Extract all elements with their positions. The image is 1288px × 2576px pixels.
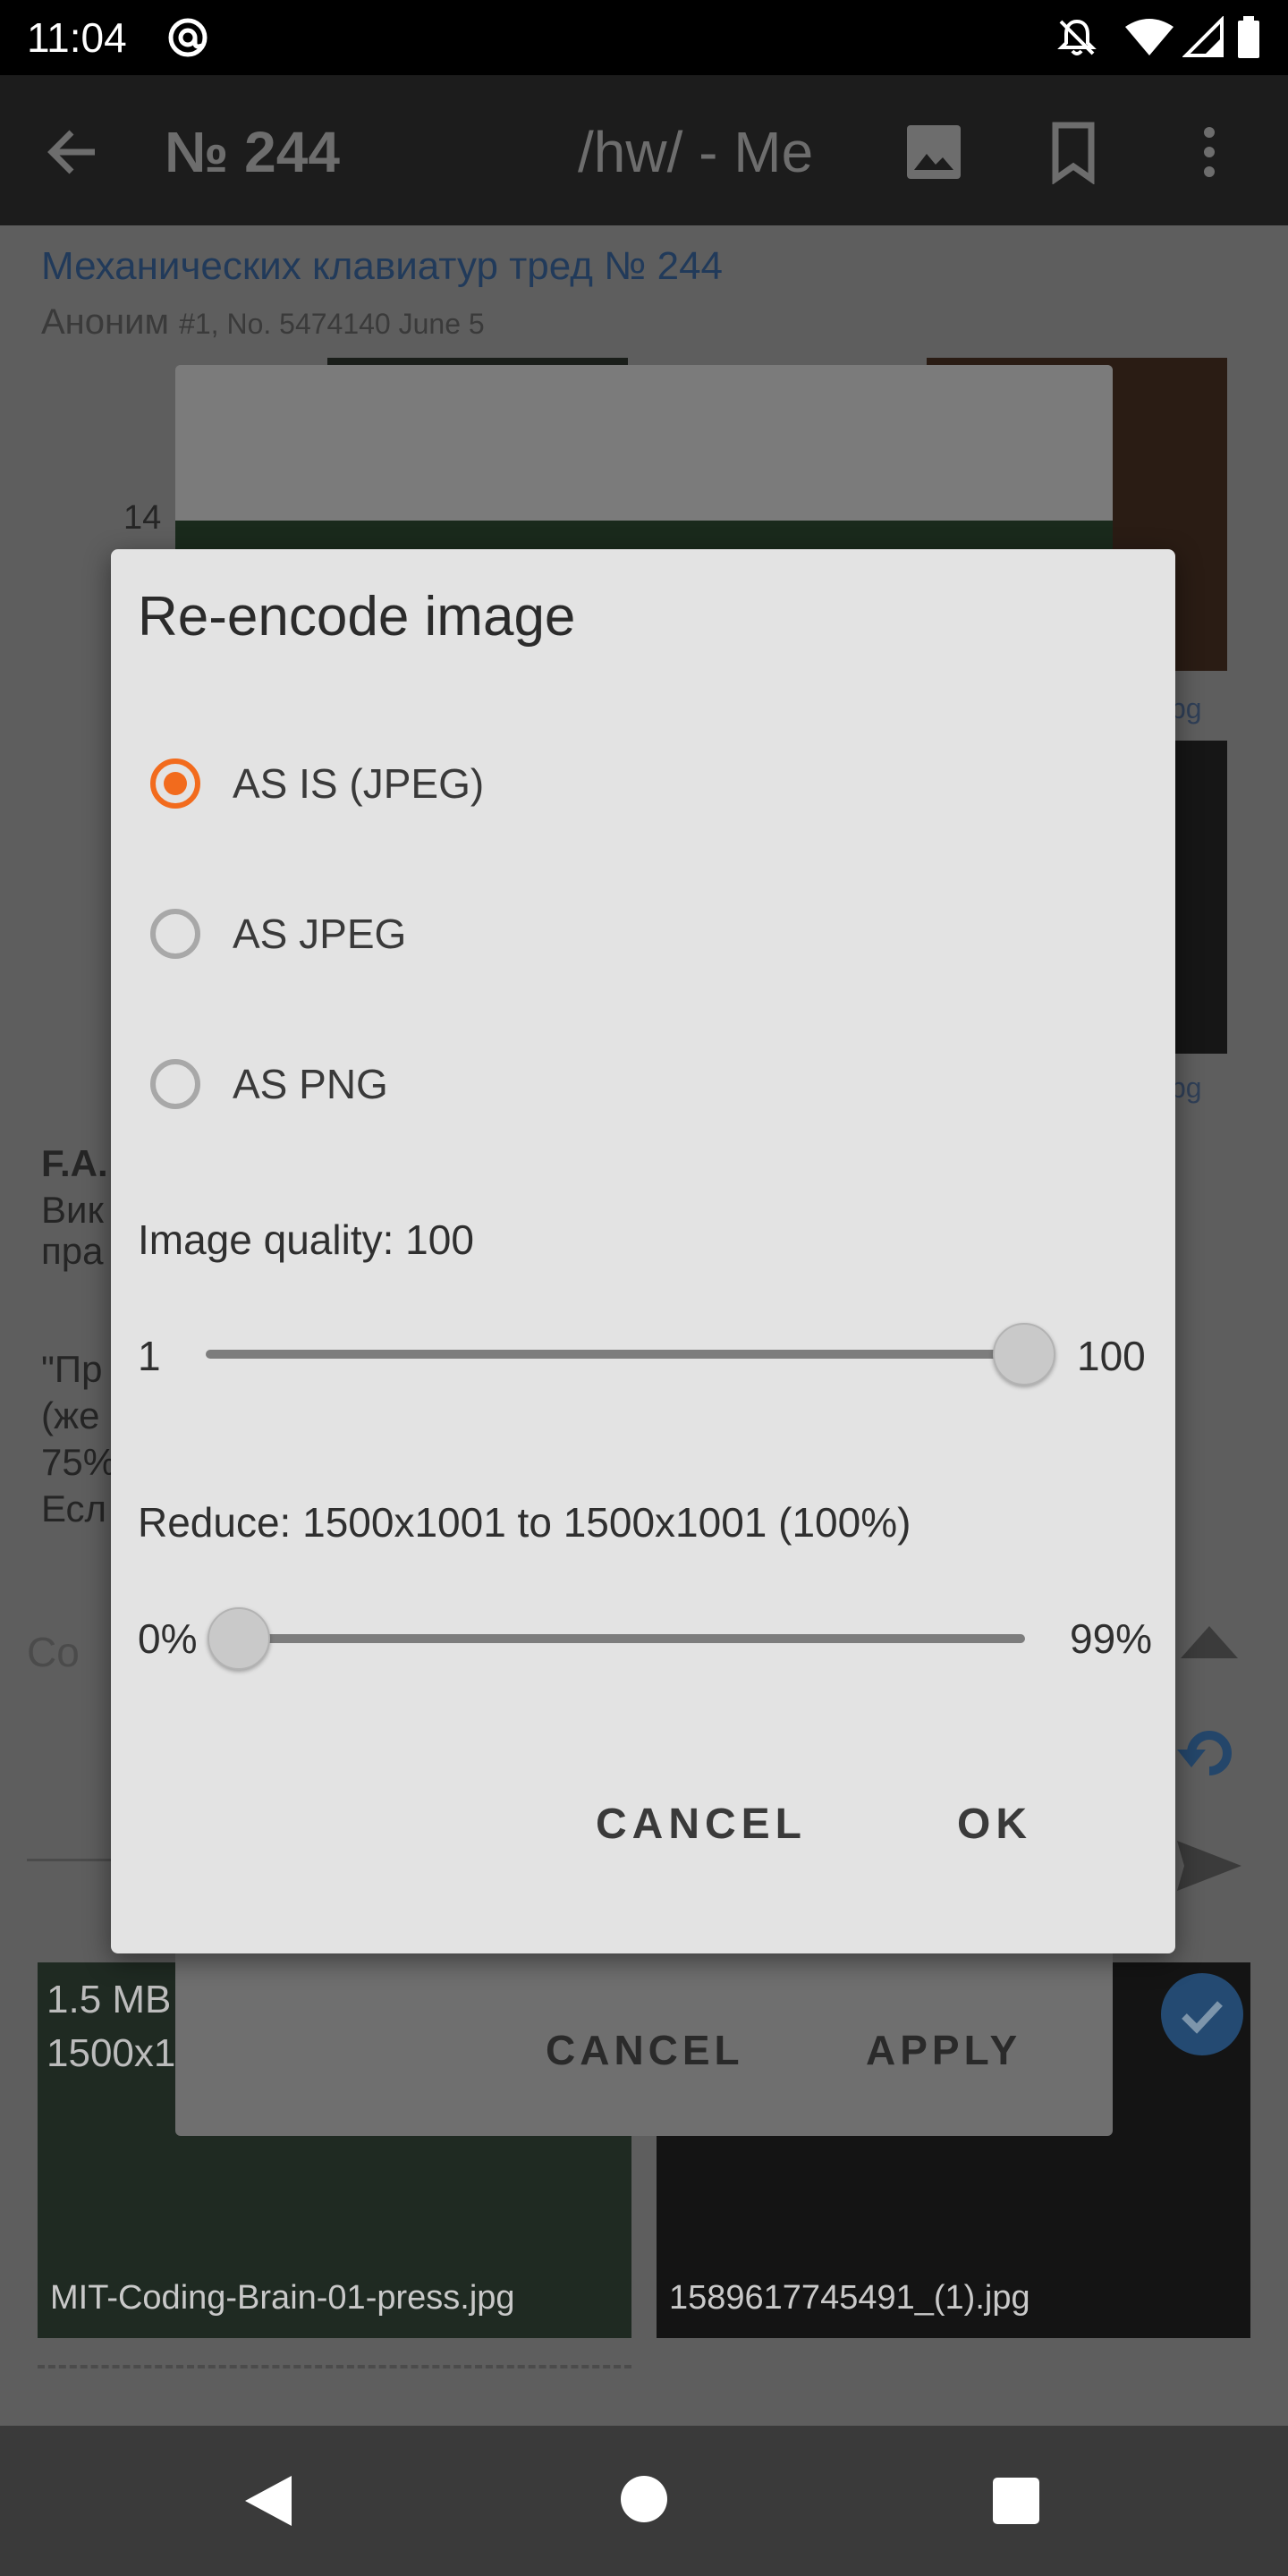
reduce-slider-track[interactable] <box>240 1634 1025 1643</box>
comment-input-placeholder[interactable]: Co <box>27 1628 80 1676</box>
navigation-bar <box>0 2426 1288 2576</box>
post-text-line: Вик <box>41 1189 104 1231</box>
post-text-line: (же <box>41 1394 100 1436</box>
option-label: AS JPEG <box>233 911 407 957</box>
quality-min-label: 1 <box>138 1333 161 1379</box>
post-text-line: пра <box>41 1230 104 1272</box>
battery-icon <box>1238 16 1259 58</box>
reduce-max-label: 99% <box>1070 1615 1153 1662</box>
option-as-is-jpeg[interactable]: AS IS (JPEG) <box>150 735 1134 843</box>
post-meta: Аноним #1, No. 5474140 June 5 <box>41 299 485 347</box>
reduce-min-label: 0% <box>138 1615 198 1662</box>
quality-slider-track[interactable] <box>206 1350 1025 1359</box>
cancel-button[interactable]: CANCEL <box>596 1798 807 1852</box>
dialog-title: Re-encode image <box>138 586 576 648</box>
notifications-off-icon <box>1057 19 1097 55</box>
wifi-icon <box>1125 19 1174 55</box>
image-options-header <box>175 365 1113 521</box>
refresh-icon[interactable] <box>1174 1717 1245 1789</box>
check-icon <box>1182 2001 1223 2034</box>
image-icon[interactable] <box>902 120 966 184</box>
reencode-dialog: Re-encode image AS IS (JPEG) AS JPEG AS … <box>111 549 1175 1953</box>
quality-slider-thumb[interactable] <box>993 1323 1055 1385</box>
ok-button[interactable]: OK <box>957 1798 1032 1852</box>
post-number-fragment: 14 <box>123 499 162 537</box>
post-text-line: Есл <box>41 1487 107 1530</box>
option-as-jpeg[interactable]: AS JPEG <box>150 886 1134 993</box>
expand-up-icon[interactable] <box>1177 1619 1241 1662</box>
send-icon[interactable] <box>1174 1834 1245 1898</box>
reduce-slider-thumb[interactable] <box>208 1607 270 1670</box>
more-vert-icon[interactable] <box>1177 120 1241 184</box>
nav-recents-icon[interactable] <box>991 2476 1041 2526</box>
attachment-size: 1.5 MB <box>47 1978 172 2021</box>
faq-fragment: F.A. <box>41 1142 108 1184</box>
post-number-date: #1, No. 5474140 June 5 <box>179 308 485 340</box>
nav-home-icon[interactable] <box>617 2472 671 2526</box>
back-arrow-icon[interactable] <box>41 120 106 184</box>
quality-slider[interactable] <box>206 1309 1070 1399</box>
radio-unchecked-icon[interactable] <box>150 1059 200 1109</box>
option-label: AS IS (JPEG) <box>233 760 485 807</box>
radio-checked-icon[interactable] <box>150 758 200 809</box>
option-label: AS PNG <box>233 1061 388 1107</box>
attachment-file-name: 1589617745491_(1).jpg <box>669 2279 1030 2317</box>
toolbar: № 244 /hw/ - Me <box>0 75 1288 225</box>
at-sign-icon <box>168 18 208 57</box>
radio-unchecked-icon[interactable] <box>150 909 200 959</box>
underlying-cancel-button[interactable]: CANCEL <box>546 2025 744 2075</box>
thread-title[interactable]: Механических клавиатур тред № 244 <box>41 242 723 292</box>
reduce-slider[interactable] <box>206 1594 1064 1683</box>
status-bar: 11:04 <box>0 0 1288 75</box>
apply-button[interactable]: APPLY <box>866 2025 1021 2075</box>
quality-max-label: 100 <box>1077 1333 1146 1379</box>
board-title[interactable]: /hw/ - Me <box>578 120 813 184</box>
post-author: Аноним <box>41 302 169 342</box>
attachment-file-name: MIT-Coding-Brain-01-press.jpg <box>50 2279 515 2317</box>
attachment-dimensions: 1500x1 <box>47 2031 176 2075</box>
reduce-label: Reduce: 1500x1001 to 1500x1001 (100%) <box>138 1499 911 1546</box>
add-attachment-dashed[interactable] <box>38 2365 631 2368</box>
image-quality-label: Image quality: 100 <box>138 1216 474 1263</box>
post-text-line: 75% <box>41 1441 117 1483</box>
attachment-checked[interactable] <box>1161 1973 1243 2055</box>
option-as-png[interactable]: AS PNG <box>150 1036 1134 1143</box>
post-text-line: "Пр <box>41 1348 103 1390</box>
status-time: 11:04 <box>27 14 127 61</box>
nav-back-icon[interactable] <box>242 2472 295 2529</box>
thread-number-title: № 244 <box>165 120 340 184</box>
signal-icon <box>1182 16 1224 57</box>
bookmark-icon[interactable] <box>1041 120 1106 184</box>
